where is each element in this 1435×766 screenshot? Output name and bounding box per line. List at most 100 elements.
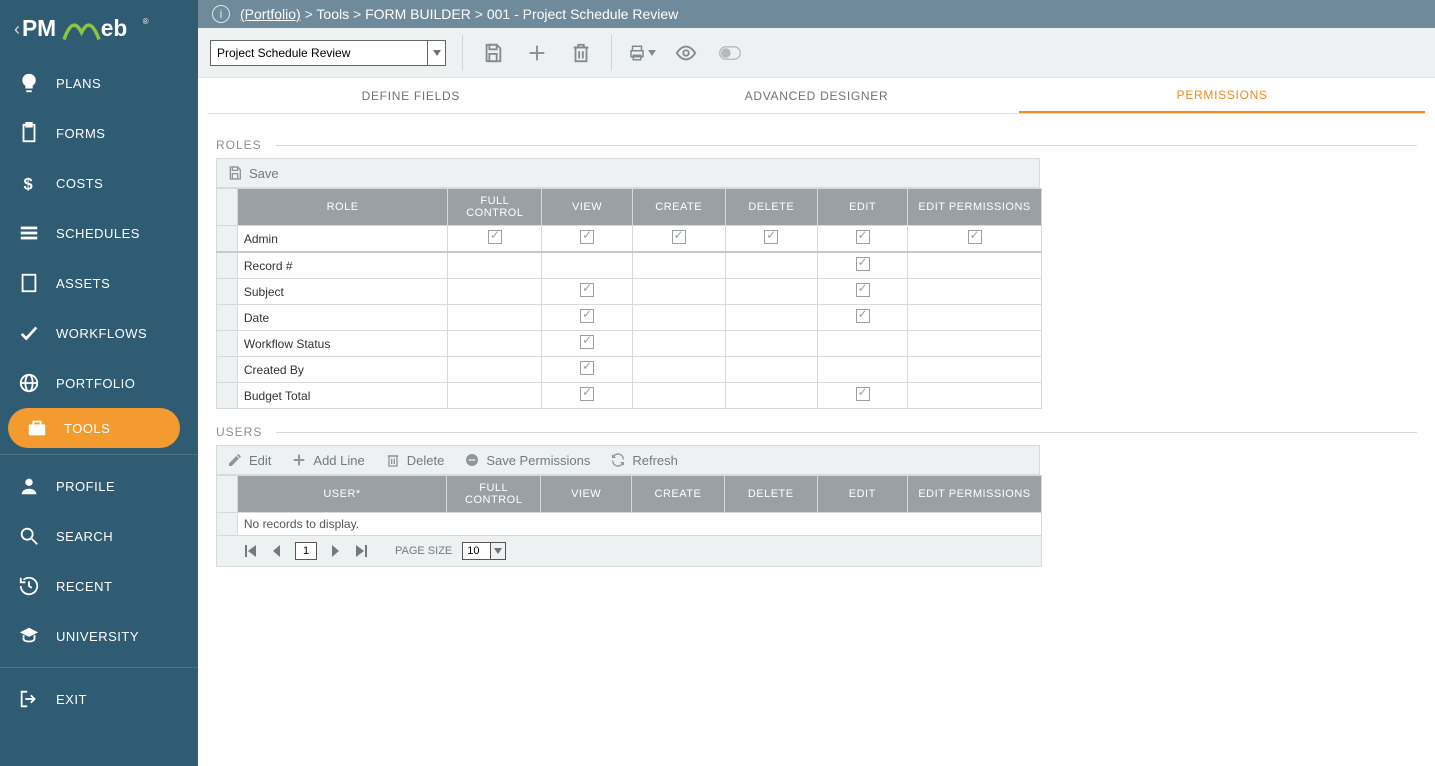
- nav-item-profile[interactable]: PROFILE: [0, 461, 198, 511]
- perm-cell[interactable]: [818, 357, 908, 383]
- tab-permissions[interactable]: PERMISSIONS: [1019, 78, 1425, 113]
- perm-cell[interactable]: [542, 357, 633, 383]
- add-icon[interactable]: [523, 39, 551, 67]
- users-save-button[interactable]: Save Permissions: [464, 452, 590, 468]
- checkbox-icon[interactable]: [856, 387, 870, 401]
- perm-cell[interactable]: [632, 331, 725, 357]
- nav-item-schedules[interactable]: SCHEDULES: [0, 208, 198, 258]
- checkbox-icon[interactable]: [488, 230, 502, 244]
- form-selector-input[interactable]: [211, 46, 427, 60]
- perm-cell[interactable]: [908, 383, 1042, 409]
- perm-cell[interactable]: [725, 383, 818, 409]
- nav-item-search[interactable]: SEARCH: [0, 511, 198, 561]
- tab-define-fields[interactable]: DEFINE FIELDS: [208, 78, 614, 113]
- users-refresh-button[interactable]: Refresh: [610, 452, 678, 468]
- checkbox-icon[interactable]: [856, 230, 870, 244]
- nav-item-recent[interactable]: RECENT: [0, 561, 198, 611]
- breadcrumb-root[interactable]: (Portfolio): [240, 6, 301, 22]
- next-page-icon[interactable]: [327, 543, 343, 559]
- nav-item-forms[interactable]: FORMS: [0, 108, 198, 158]
- nav-item-workflows[interactable]: WORKFLOWS: [0, 308, 198, 358]
- checkbox-icon[interactable]: [672, 230, 686, 244]
- perm-cell[interactable]: [542, 383, 633, 409]
- perm-cell[interactable]: [448, 252, 542, 279]
- perm-cell[interactable]: [818, 279, 908, 305]
- perm-cell[interactable]: [725, 331, 818, 357]
- row-handle[interactable]: [217, 252, 238, 279]
- checkbox-icon[interactable]: [856, 309, 870, 323]
- checkbox-icon[interactable]: [580, 361, 594, 375]
- perm-cell[interactable]: [542, 279, 633, 305]
- perm-cell[interactable]: [448, 279, 542, 305]
- delete-icon[interactable]: [567, 39, 595, 67]
- info-icon[interactable]: i: [212, 5, 230, 23]
- perm-cell[interactable]: [542, 305, 633, 331]
- perm-cell[interactable]: [908, 305, 1042, 331]
- perm-cell[interactable]: [908, 331, 1042, 357]
- nav-item-plans[interactable]: PLANS: [0, 58, 198, 108]
- dropdown-icon[interactable]: [427, 41, 445, 65]
- nav-item-tools[interactable]: TOOLS: [8, 408, 180, 448]
- checkbox-icon[interactable]: [580, 335, 594, 349]
- checkbox-icon[interactable]: [856, 257, 870, 271]
- checkbox-icon[interactable]: [968, 230, 982, 244]
- perm-cell[interactable]: [542, 331, 633, 357]
- checkbox-icon[interactable]: [764, 230, 778, 244]
- nav-item-portfolio[interactable]: PORTFOLIO: [0, 358, 198, 408]
- toggle-icon[interactable]: [716, 39, 744, 67]
- nav-item-assets[interactable]: ASSETS: [0, 258, 198, 308]
- perm-cell[interactable]: [632, 226, 725, 253]
- users-edit-button[interactable]: Edit: [227, 452, 271, 468]
- nav-item-costs[interactable]: $COSTS: [0, 158, 198, 208]
- nav-item-exit[interactable]: EXIT: [0, 674, 198, 724]
- row-handle[interactable]: [217, 279, 238, 305]
- perm-cell[interactable]: [725, 357, 818, 383]
- page-size-selector[interactable]: [462, 542, 506, 560]
- perm-cell[interactable]: [542, 252, 633, 279]
- perm-cell[interactable]: [448, 305, 542, 331]
- perm-cell[interactable]: [542, 226, 633, 253]
- perm-cell[interactable]: [818, 226, 908, 253]
- row-handle[interactable]: [217, 357, 238, 383]
- prev-page-icon[interactable]: [269, 543, 285, 559]
- perm-cell[interactable]: [448, 331, 542, 357]
- page-size-input[interactable]: [462, 542, 490, 560]
- checkbox-icon[interactable]: [856, 283, 870, 297]
- first-page-icon[interactable]: [243, 543, 259, 559]
- perm-cell[interactable]: [632, 252, 725, 279]
- users-delete-button[interactable]: Delete: [385, 452, 445, 468]
- page-number-input[interactable]: [295, 542, 317, 560]
- print-icon[interactable]: [628, 39, 656, 67]
- checkbox-icon[interactable]: [580, 283, 594, 297]
- perm-cell[interactable]: [632, 279, 725, 305]
- perm-cell[interactable]: [818, 331, 908, 357]
- perm-cell[interactable]: [908, 252, 1042, 279]
- dropdown-icon[interactable]: [490, 542, 506, 560]
- perm-cell[interactable]: [725, 305, 818, 331]
- perm-cell[interactable]: [908, 279, 1042, 305]
- perm-cell[interactable]: [448, 357, 542, 383]
- perm-cell[interactable]: [818, 252, 908, 279]
- perm-cell[interactable]: [725, 226, 818, 253]
- checkbox-icon[interactable]: [580, 387, 594, 401]
- back-caret-icon[interactable]: ‹: [14, 19, 20, 40]
- checkbox-icon[interactable]: [580, 230, 594, 244]
- perm-cell[interactable]: [632, 383, 725, 409]
- row-handle[interactable]: [217, 305, 238, 331]
- row-handle[interactable]: [217, 226, 238, 253]
- roles-save-button[interactable]: Save: [227, 165, 279, 181]
- row-handle[interactable]: [217, 383, 238, 409]
- perm-cell[interactable]: [448, 383, 542, 409]
- perm-cell[interactable]: [818, 383, 908, 409]
- tab-advanced-designer[interactable]: ADVANCED DESIGNER: [614, 78, 1020, 113]
- perm-cell[interactable]: [908, 357, 1042, 383]
- row-handle[interactable]: [217, 331, 238, 357]
- perm-cell[interactable]: [632, 305, 725, 331]
- perm-cell[interactable]: [448, 226, 542, 253]
- preview-icon[interactable]: [672, 39, 700, 67]
- save-icon[interactable]: [479, 39, 507, 67]
- form-selector[interactable]: [210, 40, 446, 66]
- last-page-icon[interactable]: [353, 543, 369, 559]
- nav-item-university[interactable]: UNIVERSITY: [0, 611, 198, 661]
- checkbox-icon[interactable]: [580, 309, 594, 323]
